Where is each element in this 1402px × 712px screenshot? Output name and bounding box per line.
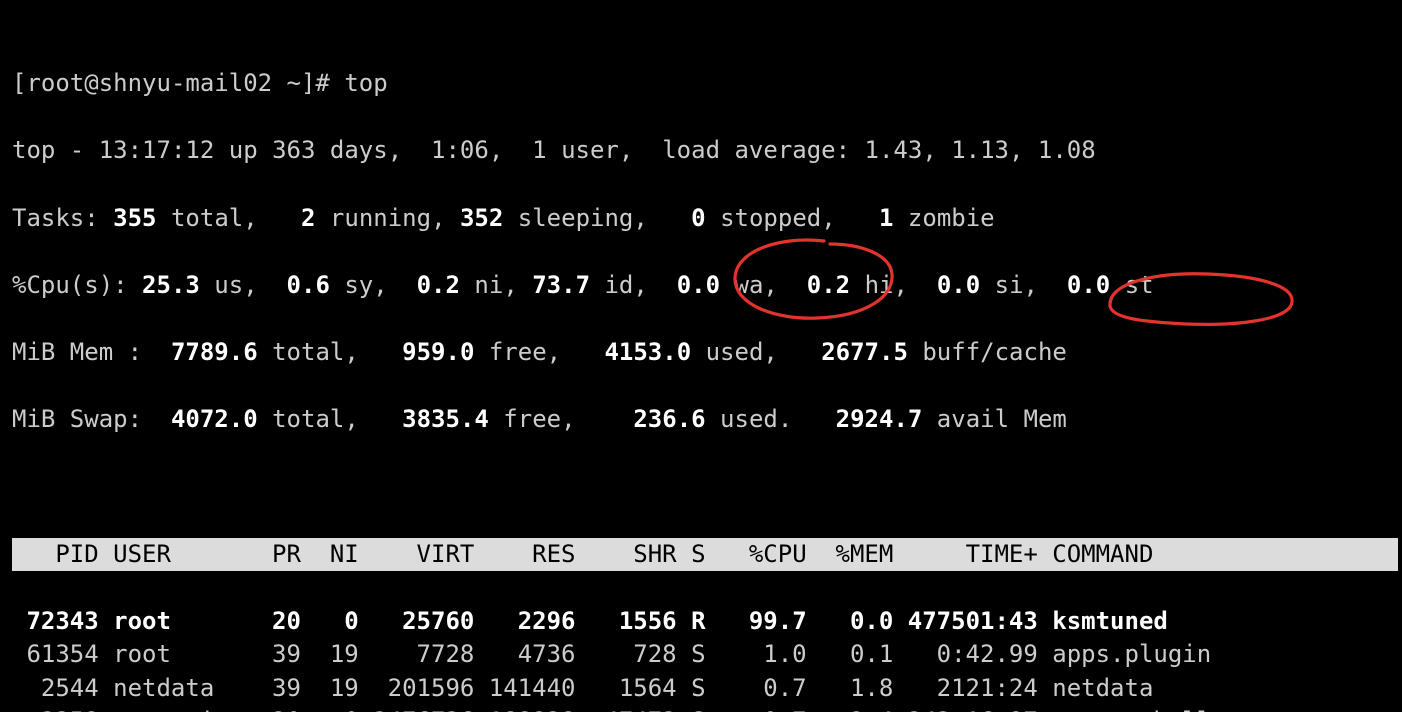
- cell-mem: 1.8: [807, 672, 894, 706]
- cell-user: root: [113, 638, 243, 672]
- top-mem-line: MiB Mem : 7789.6 total, 959.0 free, 4153…: [12, 336, 1398, 370]
- col-virt[interactable]: VIRT: [359, 538, 475, 572]
- shell-prompt-line: [root@shnyu-mail02 ~]# top: [12, 67, 1398, 101]
- cell-ni: 19: [301, 638, 359, 672]
- cell-mem: 2.4: [807, 705, 894, 712]
- col-s[interactable]: S: [691, 538, 720, 572]
- cell-cmd: apps.plugin: [1038, 638, 1255, 672]
- cell-res: 4736: [474, 638, 575, 672]
- cell-time: 243:16.97: [893, 705, 1037, 712]
- cell-shr: 1556: [575, 605, 676, 639]
- cell-time: 0:42.99: [893, 638, 1037, 672]
- cell-pid: 2544: [12, 672, 99, 706]
- table-row: 3258 gnome-i+200347673618892847472 S0.72.4…: [12, 705, 1398, 712]
- process-table-body: 72343root2002576022961556R99.70.0477501:…: [12, 605, 1398, 712]
- top-swap-line: MiB Swap: 4072.0 total, 3835.4 free, 236…: [12, 403, 1398, 437]
- cell-s: S: [691, 638, 720, 672]
- cell-pid: 3258: [12, 705, 99, 712]
- cell-cpu: 0.7: [720, 672, 807, 706]
- cell-shr: 1564: [575, 672, 676, 706]
- table-row: 2544netdata39192015961414401564S0.71.821…: [12, 672, 1398, 706]
- cell-pr: 20: [243, 605, 301, 639]
- cell-virt: 201596: [359, 672, 475, 706]
- cell-ni: 0: [301, 605, 359, 639]
- cell-res: 141440: [474, 672, 575, 706]
- col-pid[interactable]: PID: [12, 538, 99, 572]
- cell-cmd: netdata: [1038, 672, 1255, 706]
- cell-time: 2121:24: [893, 672, 1037, 706]
- cell-s: R: [691, 605, 720, 639]
- cell-res: 188928: [474, 705, 575, 712]
- col-cpu[interactable]: %CPU: [720, 538, 807, 572]
- cell-cpu: 1.0: [720, 638, 807, 672]
- cell-user: netdata: [113, 672, 243, 706]
- cell-res: 2296: [474, 605, 575, 639]
- top-summary-line1: top - 13:17:12 up 363 days, 1:06, 1 user…: [12, 134, 1398, 168]
- top-tasks-line: Tasks: 355 total, 2 running, 352 sleepin…: [12, 202, 1398, 236]
- cell-shr: 47472: [575, 705, 676, 712]
- cell-cmd: ksmtuned: [1038, 605, 1255, 639]
- process-table-header[interactable]: PID USERPRNIVIRTRESSHR S%CPU%MEMTIME+COMMA…: [12, 538, 1398, 572]
- cell-cpu: 0.7: [720, 705, 807, 712]
- col-pr[interactable]: PR: [243, 538, 301, 572]
- top-cpu-line: %Cpu(s): 25.3 us, 0.6 sy, 0.2 ni, 73.7 i…: [12, 269, 1398, 303]
- table-row: 61354 root391977284736728 S1.00.10:42.99ap…: [12, 638, 1398, 672]
- cell-pr: 39: [243, 672, 301, 706]
- col-cmd[interactable]: COMMAND: [1038, 538, 1255, 572]
- col-res[interactable]: RES: [474, 538, 575, 572]
- col-shr[interactable]: SHR: [575, 538, 676, 572]
- cell-pr: 20: [243, 705, 301, 712]
- cell-ni: 19: [301, 672, 359, 706]
- col-ni[interactable]: NI: [301, 538, 359, 572]
- cell-shr: 728: [575, 638, 676, 672]
- blank-line: [12, 470, 1398, 504]
- cell-user: root: [113, 605, 243, 639]
- cell-time: 477501:43: [893, 605, 1037, 639]
- cell-user: gnome-i+: [113, 705, 243, 712]
- cell-ni: 0: [301, 705, 359, 712]
- cell-cpu: 99.7: [720, 605, 807, 639]
- table-row: 72343 root2002576022961556 R99.70.0477501:…: [12, 605, 1398, 639]
- cell-s: S: [691, 705, 720, 712]
- cell-cmd: gnome-shell: [1038, 705, 1255, 712]
- col-user[interactable]: USER: [113, 538, 243, 572]
- col-mem[interactable]: %MEM: [807, 538, 894, 572]
- cell-pid: 72343: [12, 605, 99, 639]
- cell-pr: 39: [243, 638, 301, 672]
- cell-virt: 25760: [359, 605, 475, 639]
- cell-virt: 7728: [359, 638, 475, 672]
- cell-mem: 0.1: [807, 638, 894, 672]
- cell-pid: 61354: [12, 638, 99, 672]
- cell-s: S: [691, 672, 720, 706]
- cell-mem: 0.0: [807, 605, 894, 639]
- cell-virt: 3476736: [359, 705, 475, 712]
- terminal-screen[interactable]: [root@shnyu-mail02 ~]# top top - 13:17:1…: [0, 0, 1402, 712]
- col-time[interactable]: TIME+: [893, 538, 1037, 572]
